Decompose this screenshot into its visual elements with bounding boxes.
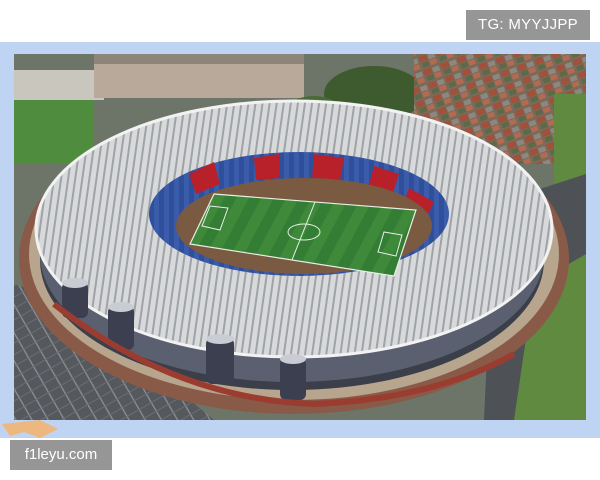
stadium-photo <box>14 54 586 420</box>
site-watermark[interactable]: f1leyu.com <box>10 440 112 470</box>
roof-building <box>14 70 104 100</box>
logo-arrow-icon <box>2 420 58 438</box>
telegram-watermark[interactable]: TG: MYYJJPP <box>466 10 590 40</box>
training-field <box>14 94 94 164</box>
